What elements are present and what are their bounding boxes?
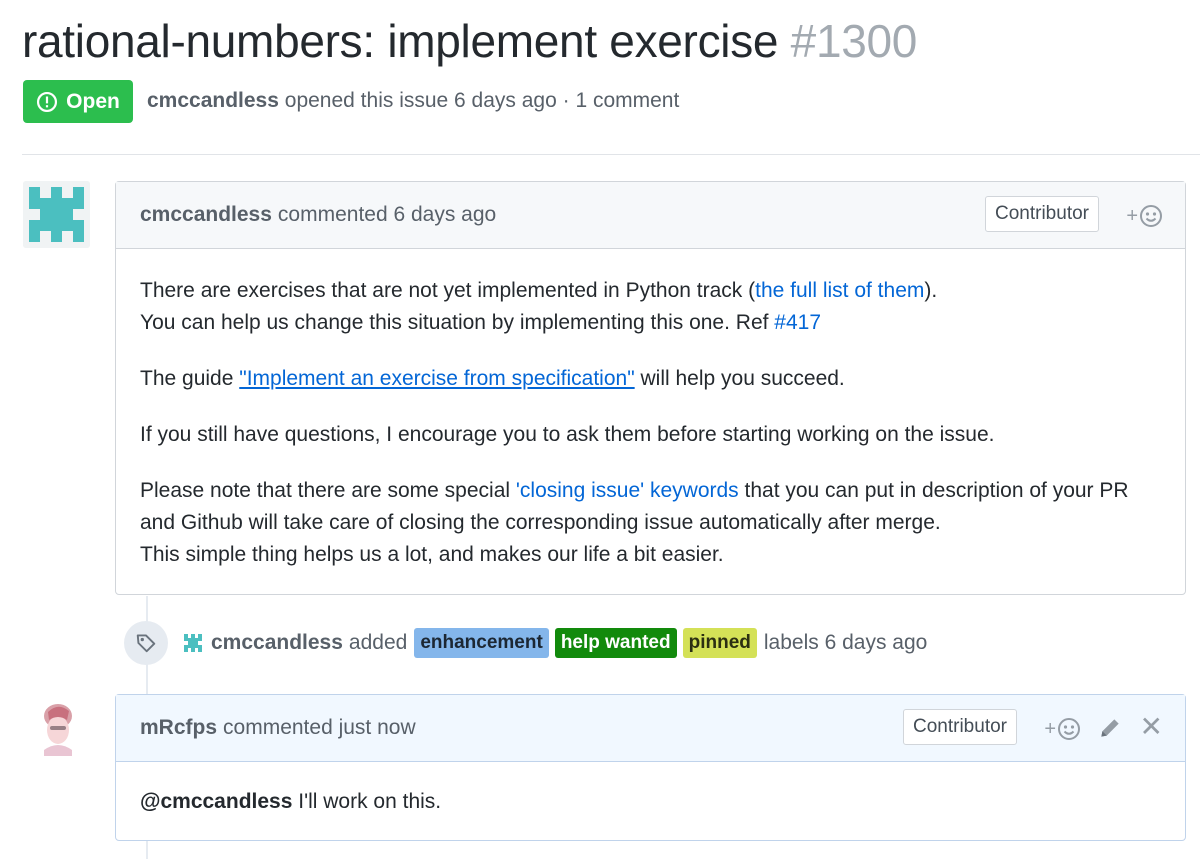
issue-state-label: Open xyxy=(66,89,120,113)
comment-text: I'll work on this. xyxy=(292,790,442,813)
pencil-icon[interactable] xyxy=(1097,715,1123,741)
full-list-link[interactable]: the full list of them xyxy=(755,279,924,302)
label-enhancement[interactable]: enhancement xyxy=(414,628,549,658)
issue-title-text: rational-numbers: implement exercise xyxy=(22,15,779,67)
smiley-icon xyxy=(1140,205,1162,227)
comment-author-link[interactable]: cmccandless xyxy=(140,203,272,227)
event-verb: added xyxy=(348,631,408,654)
label-help-wanted[interactable]: help wanted xyxy=(554,628,677,658)
comment-header: cmccandless commented 6 days ago Contrib… xyxy=(116,182,1185,249)
p1-text-a: There are exercises that are not yet imp… xyxy=(140,279,756,302)
comment-paragraph-2: The guide "Implement an exercise from sp… xyxy=(140,363,1161,395)
p4-text-a: Please note that there are some special xyxy=(140,479,516,502)
label-event: cmccandless added enhancement help wante… xyxy=(124,620,927,666)
contributor-badge: Contributor xyxy=(903,709,1017,745)
comment-paragraph-1: There are exercises that are not yet imp… xyxy=(140,275,1161,339)
p2-text-a: The guide xyxy=(140,367,240,390)
comment-header: mRcfps commented just now Contributor + … xyxy=(116,695,1185,762)
event-actor-link[interactable]: cmccandless xyxy=(211,631,343,655)
issue-opened-icon xyxy=(37,91,58,112)
photo-avatar xyxy=(36,700,80,756)
p4-text-c: This simple thing helps us a lot, and ma… xyxy=(140,543,724,566)
smiley-icon xyxy=(1058,718,1080,740)
actor-mini-avatar[interactable] xyxy=(182,632,204,654)
contributor-badge: Contributor xyxy=(985,196,1099,232)
p1-text-c: You can help us change this situation by… xyxy=(140,311,775,334)
p2-text-b: will help you succeed. xyxy=(634,367,845,390)
issue-meta: cmccandless opened this issue 6 days ago… xyxy=(147,89,679,113)
issue-state-badge: Open xyxy=(23,80,133,123)
issue-number: #1300 xyxy=(790,15,918,67)
tag-icon xyxy=(136,634,156,653)
comment-author-link[interactable]: mRcfps xyxy=(140,716,217,740)
reaction-plus: + xyxy=(1126,204,1138,227)
tag-icon-circle xyxy=(124,621,168,665)
event-tail-text: labels 6 days ago xyxy=(763,631,928,654)
header-divider xyxy=(22,154,1200,155)
add-reaction-button[interactable]: + xyxy=(1126,204,1163,228)
closing-keywords-link[interactable]: 'closing issue' keywords xyxy=(516,479,739,502)
comment-paragraph-4: Please note that there are some special … xyxy=(140,475,1161,571)
reaction-plus: + xyxy=(1044,717,1056,740)
guide-link[interactable]: "Implement an exercise from specificatio… xyxy=(239,367,634,390)
comment-mRcfps: mRcfps commented just now Contributor + … xyxy=(115,694,1186,841)
label-pinned[interactable]: pinned xyxy=(682,628,757,658)
comment-cmccandless: cmccandless commented 6 days ago Contrib… xyxy=(115,181,1186,595)
mention-link[interactable]: @cmccandless xyxy=(140,790,292,813)
p1-text-b: ). xyxy=(924,279,938,302)
issue-ref-link[interactable]: #417 xyxy=(774,311,821,334)
close-icon[interactable]: ✕ xyxy=(1140,713,1163,741)
comment-timestamp[interactable]: commented just now xyxy=(223,716,416,740)
comment-paragraph-3: If you still have questions, I encourage… xyxy=(140,423,995,446)
identicon-avatar xyxy=(23,181,90,248)
comment-timestamp[interactable]: commented 6 days ago xyxy=(278,203,496,227)
avatar-cmccandless[interactable] xyxy=(23,181,90,248)
add-reaction-button[interactable]: + xyxy=(1044,717,1081,741)
issue-meta-text: opened this issue 6 days ago · 1 comment xyxy=(284,89,680,112)
issue-author-link[interactable]: cmccandless xyxy=(147,89,279,112)
comment-body: There are exercises that are not yet imp… xyxy=(116,249,1185,571)
issue-title: rational-numbers: implement exercise #13… xyxy=(22,14,917,68)
avatar-mRcfps[interactable] xyxy=(36,700,80,756)
comment-body: @cmccandless I'll work on this. xyxy=(116,762,1185,818)
